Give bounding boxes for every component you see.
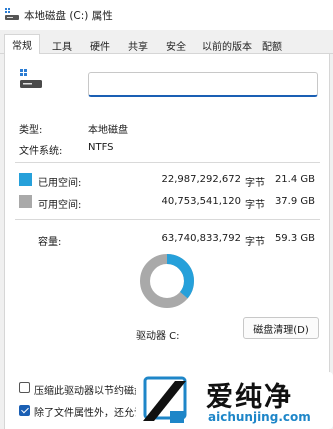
tab-label: 配额 — [262, 42, 282, 53]
watermark-logo — [143, 376, 187, 423]
tab-general[interactable]: 常规 — [4, 34, 40, 55]
title-bar: 本地磁盘 (C:) 属性 — [0, 0, 333, 30]
capacity-label: 容量: — [38, 237, 62, 248]
used-space-label: 已用空间: — [38, 178, 82, 189]
tab-label: 安全 — [166, 42, 186, 53]
watermark-text: 爱纯净 — [206, 382, 293, 413]
button-label: 磁盘清理(D) — [253, 324, 309, 336]
drive-letter-label: 驱动器 C: — [136, 331, 180, 342]
divider — [15, 219, 320, 220]
capacity-bytes: 63,740,833,792 — [161, 233, 241, 244]
tab-tools[interactable]: 工具 — [44, 37, 80, 54]
capacity-unit: 字节 — [245, 237, 265, 248]
filesystem-label: 文件系统: — [19, 146, 63, 157]
tab-label: 以前的版本 — [202, 42, 252, 53]
compress-label: 压缩此驱动器以节约磁盘 — [34, 386, 144, 397]
tab-label: 硬件 — [90, 42, 110, 53]
window-title: 本地磁盘 (C:) 属性 — [24, 10, 113, 22]
free-space-swatch — [19, 195, 32, 208]
filesystem-value: NTFS — [88, 142, 114, 153]
usage-donut-chart — [140, 254, 194, 308]
free-space-label: 可用空间: — [38, 200, 82, 211]
used-space-size: 21.4 GB — [274, 174, 315, 185]
watermark-url: aichunjing.com — [208, 410, 311, 424]
tab-label: 常规 — [12, 41, 32, 52]
free-space-size: 37.9 GB — [274, 196, 315, 207]
compress-checkbox[interactable] — [19, 382, 30, 393]
index-label: 除了文件属性外，还允许 — [34, 408, 144, 419]
free-space-unit: 字节 — [245, 200, 265, 211]
free-space-bytes: 40,753,541,120 — [161, 196, 241, 207]
tab-security[interactable]: 安全 — [158, 37, 194, 54]
type-label: 类型: — [19, 125, 43, 136]
tab-sharing[interactable]: 共享 — [120, 37, 156, 54]
tab-bar: 常规 工具 硬件 共享 安全 以前的版本 配额 — [0, 34, 333, 55]
divider — [15, 162, 320, 163]
site-watermark: 爱纯净 aichunjing.com — [136, 372, 333, 429]
disk-cleanup-button[interactable]: 磁盘清理(D) — [243, 317, 319, 339]
drive-icon — [20, 69, 42, 88]
index-checkbox[interactable] — [19, 405, 30, 416]
tab-hardware[interactable]: 硬件 — [82, 37, 118, 54]
drive-name-input[interactable] — [88, 72, 318, 97]
used-space-bytes: 22,987,292,672 — [161, 174, 241, 185]
tab-label: 共享 — [128, 42, 148, 53]
drive-icon — [5, 8, 19, 20]
used-space-swatch — [19, 173, 32, 186]
used-space-unit: 字节 — [245, 178, 265, 189]
tab-previous-versions[interactable]: 以前的版本 — [197, 37, 257, 54]
tab-label: 工具 — [52, 42, 72, 53]
capacity-size: 59.3 GB — [274, 233, 315, 244]
type-value: 本地磁盘 — [88, 125, 128, 136]
tab-quota[interactable]: 配额 — [258, 37, 286, 54]
